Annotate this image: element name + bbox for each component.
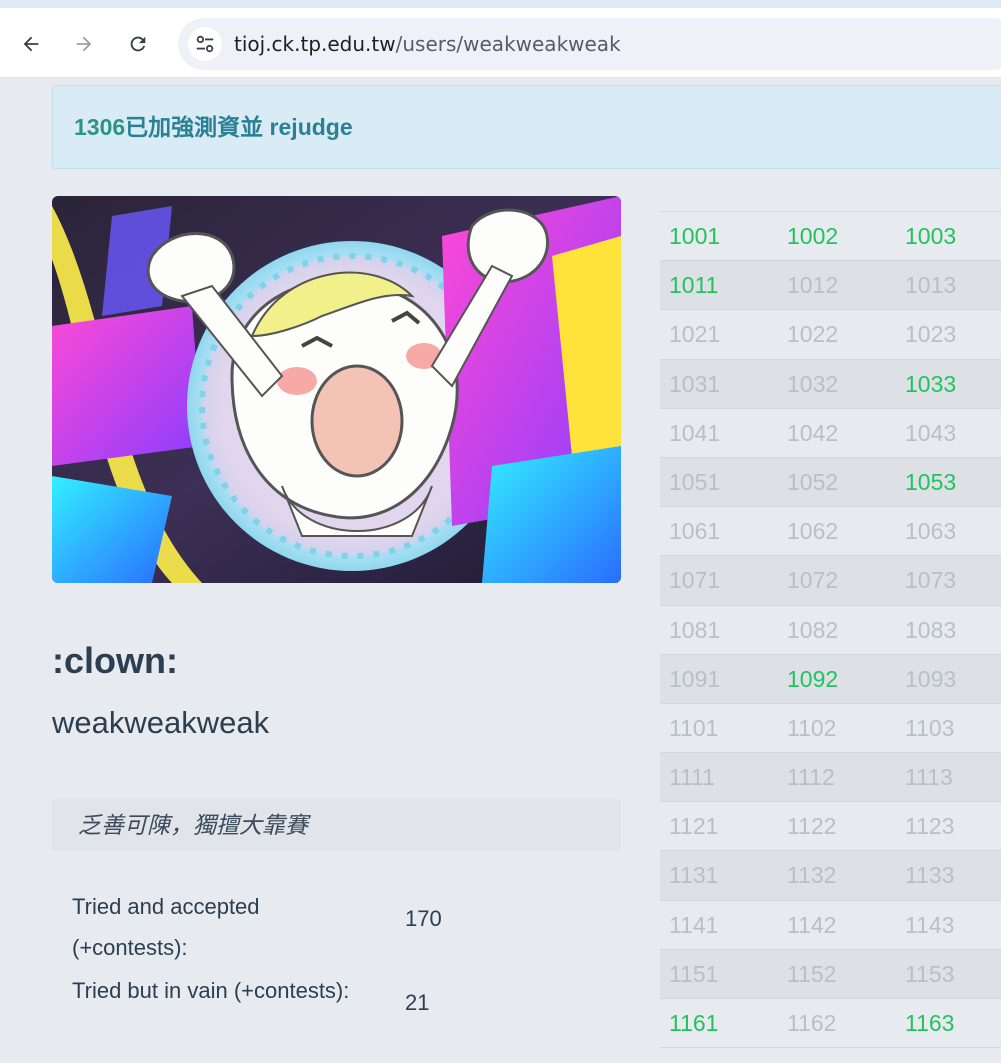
problem-link[interactable]: 1063 — [905, 507, 956, 555]
problem-link[interactable]: 1091 — [669, 655, 720, 703]
problem-row: 1041 1042 1043 — [660, 409, 1001, 458]
user-stats: Tried and accepted (+contests): 170 Trie… — [52, 884, 621, 1052]
problem-link[interactable]: 1001 — [669, 212, 720, 260]
problem-link[interactable]: 1002 — [787, 212, 838, 260]
problem-row: 1111 1112 1113 — [660, 753, 1001, 803]
browser-toolbar: tioj.ck.tp.edu.tw/users/weakweakweak — [0, 8, 1001, 78]
problem-row: 1091 1092 1093 — [660, 654, 1001, 704]
back-button[interactable] — [15, 28, 47, 60]
announcement-alert: 1306 已加強測資並 rejudge — [52, 85, 1001, 169]
problem-link[interactable]: 1082 — [787, 606, 838, 654]
stat-label: Tried and accepted (+contests): — [72, 894, 260, 960]
problem-link[interactable]: 1022 — [787, 310, 838, 358]
arrow-right-icon — [76, 36, 92, 52]
problem-row: 1161 1162 1163 — [660, 999, 1001, 1049]
problem-link[interactable]: 1113 — [905, 753, 953, 801]
problem-row: 1031 1032 1033 — [660, 359, 1001, 409]
avatar — [52, 196, 621, 583]
problem-link[interactable]: 1083 — [905, 606, 956, 654]
problem-row: 1081 1082 1083 — [660, 606, 1001, 655]
problem-row: 1001 1002 1003 — [660, 212, 1001, 262]
problem-link[interactable]: 1032 — [787, 360, 838, 408]
problem-link[interactable]: 1153 — [905, 950, 954, 998]
stat-label: Tried but in vain (+contests): — [72, 978, 350, 1003]
problem-link[interactable]: 1132 — [787, 851, 836, 899]
problem-link[interactable]: 1123 — [905, 802, 954, 850]
problem-link[interactable]: 1121 — [669, 802, 718, 850]
problem-link[interactable]: 1081 — [669, 606, 720, 654]
problem-row: 1011 1012 1013 — [660, 261, 1001, 311]
problem-row: 1101 1102 1103 — [660, 704, 1001, 754]
problem-link[interactable]: 1043 — [905, 409, 956, 457]
problem-link[interactable]: 1033 — [905, 360, 956, 408]
problem-link[interactable]: 1143 — [905, 901, 954, 949]
problem-link[interactable]: 1142 — [787, 901, 836, 949]
problem-link[interactable]: 1111 — [669, 753, 715, 801]
problem-link[interactable]: 1092 — [787, 655, 838, 703]
tune-icon — [196, 35, 214, 53]
problem-link[interactable]: 1093 — [905, 655, 956, 703]
problem-link[interactable]: 1061 — [669, 507, 720, 555]
problem-link[interactable]: 1112 — [787, 753, 835, 801]
problem-link[interactable]: 1073 — [905, 556, 956, 604]
user-nickname: :clown: — [52, 640, 178, 681]
problem-link[interactable]: 1062 — [787, 507, 838, 555]
stat-in-vain: Tried but in vain (+contests): 21 — [52, 968, 621, 1052]
forward-button[interactable] — [68, 28, 100, 60]
tab-strip — [0, 0, 1001, 8]
problem-row: 1021 1022 1023 — [660, 310, 1001, 360]
alert-problem-number[interactable]: 1306 — [74, 86, 125, 168]
problem-link[interactable]: 1103 — [905, 704, 954, 752]
problem-row: 1141 1142 1143 — [660, 901, 1001, 950]
url-text[interactable]: tioj.ck.tp.edu.tw/users/weakweakweak — [234, 18, 621, 70]
user-motto: 乏善可陳，獨擅大靠賽 — [52, 799, 621, 851]
address-bar[interactable]: tioj.ck.tp.edu.tw/users/weakweakweak — [178, 18, 1001, 70]
problem-link[interactable]: 1023 — [905, 310, 956, 358]
stat-value: 170 — [405, 906, 442, 931]
problem-link[interactable]: 1072 — [787, 556, 838, 604]
problem-link[interactable]: 1133 — [905, 851, 954, 899]
problem-row: 1061 1062 1063 — [660, 507, 1001, 557]
url-host: tioj.ck.tp.edu.tw — [234, 32, 396, 56]
reload-button[interactable] — [122, 28, 154, 60]
problem-link[interactable]: 1042 — [787, 409, 838, 457]
site-settings-button[interactable] — [188, 27, 222, 61]
alert-text: 已加強測資並 rejudge — [125, 114, 353, 140]
reload-icon — [130, 36, 146, 52]
user-username: weakweakweak — [52, 705, 270, 740]
problem-link[interactable]: 1071 — [669, 556, 720, 604]
problem-link[interactable]: 1031 — [669, 360, 720, 408]
arrow-left-icon — [23, 36, 39, 52]
problem-grid: 1001 1002 1003 1011 1012 1013 1021 1022 1023 1031… — [660, 211, 1001, 1049]
problem-link[interactable]: 1141 — [669, 901, 718, 949]
problem-link[interactable]: 1161 — [669, 999, 718, 1047]
problem-link[interactable]: 1012 — [787, 261, 838, 309]
stat-value: 21 — [405, 990, 430, 1015]
problem-link[interactable]: 1051 — [669, 458, 720, 506]
problem-link[interactable]: 1162 — [787, 999, 836, 1047]
problem-row: 1051 1052 1053 — [660, 457, 1001, 508]
problem-link[interactable]: 1151 — [669, 950, 718, 998]
problem-link[interactable]: 1101 — [669, 704, 718, 752]
problem-link[interactable]: 1102 — [787, 704, 836, 752]
problem-link[interactable]: 1041 — [669, 409, 720, 457]
problem-row: 1121 1122 1123 — [660, 802, 1001, 852]
problem-link[interactable]: 1052 — [787, 458, 838, 506]
problem-link[interactable]: 1131 — [669, 851, 718, 899]
stat-accepted: Tried and accepted (+contests): 170 — [52, 884, 621, 968]
problem-link[interactable]: 1021 — [669, 310, 720, 358]
problem-row: 1151 1152 1153 — [660, 949, 1001, 999]
problem-row: 1131 1132 1133 — [660, 851, 1001, 901]
url-path: /users/weakweakweak — [395, 32, 621, 56]
problem-link[interactable]: 1053 — [905, 458, 956, 506]
problem-row: 1071 1072 1073 — [660, 556, 1001, 606]
problem-link[interactable]: 1013 — [905, 261, 956, 309]
problem-link[interactable]: 1152 — [787, 950, 836, 998]
problem-link[interactable]: 1011 — [669, 261, 718, 309]
problem-link[interactable]: 1122 — [787, 802, 836, 850]
problem-link[interactable]: 1163 — [905, 999, 954, 1047]
problem-link[interactable]: 1003 — [905, 212, 956, 260]
